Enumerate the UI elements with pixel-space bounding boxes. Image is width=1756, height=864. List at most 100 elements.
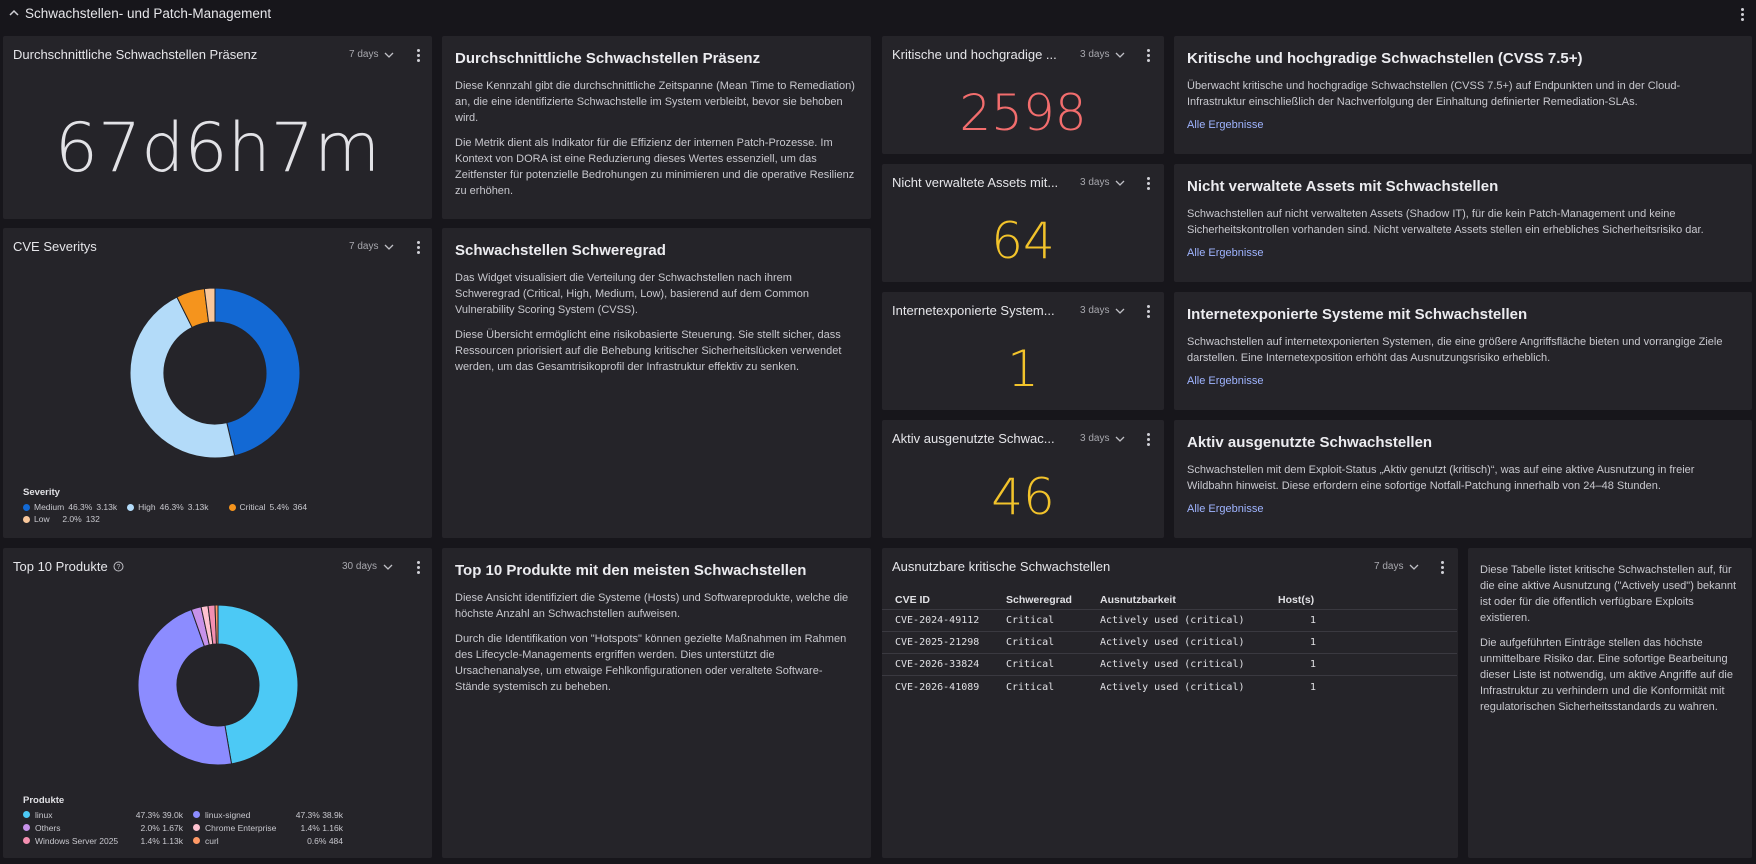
description-title: Kritische und hochgradige Schwachstellen…	[1187, 50, 1583, 67]
time-range-dropdown[interactable]: 3 days	[1080, 305, 1125, 316]
chevron-down-icon	[383, 564, 393, 570]
section-title: Schwachstellen- und Patch-Management	[25, 6, 272, 21]
panel-menu-icon[interactable]	[1436, 559, 1448, 575]
table-row[interactable]: CVE-2026-41089 Critical Actively used (cri…	[882, 676, 1457, 698]
legend-item-critical[interactable]: Critical 5.4% 364	[228, 502, 307, 512]
description-text: Das Widget visualisiert die Verteilung d…	[455, 272, 809, 316]
products-legend: Produkte linux 47.3% 39.0k linux-signed 47…	[23, 795, 353, 846]
kpi-panel-critical-high: Kritische und hochgradige ... 3 days 259…	[882, 36, 1164, 154]
all-results-link[interactable]: Alle Ergebnisse	[1187, 375, 1263, 387]
panel-title: Ausnutzbare kritische Schwachstellen	[892, 559, 1111, 574]
mttr-value: 67d6h7m	[54, 109, 381, 188]
products-description-panel: Top 10 Produkte mit den meisten Schwachs…	[442, 548, 871, 858]
section-menu-icon[interactable]	[1736, 6, 1748, 22]
column-header[interactable]: CVE ID	[882, 594, 1006, 606]
mttr-description-panel: Durchschnittliche Schwachstellen Präsenz…	[442, 36, 871, 219]
description-text: Schwachstellen mit dem Exploit-Status „A…	[1187, 464, 1695, 492]
description-title: Nicht verwaltete Assets mit Schwachstell…	[1187, 178, 1499, 195]
kpi-value: 46	[991, 468, 1055, 526]
time-range-dropdown[interactable]: 7 days	[349, 241, 394, 252]
panel-title: Nicht verwaltete Assets mit...	[892, 175, 1059, 190]
severity-chart-panel: CVE Severitys 7 days Severity Medium 46.…	[3, 228, 432, 538]
description-text: Diese Ansicht identifiziert die Systeme …	[455, 592, 849, 620]
legend-item-others[interactable]: Others 2.0% 1.67k	[23, 822, 193, 833]
section-header: Schwachstellen- und Patch-Management	[0, 0, 1756, 28]
table-row[interactable]: CVE-2025-21298 Critical Actively used (cri…	[882, 632, 1457, 654]
panel-title: Durchschnittliche Schwachstellen Präsenz	[13, 47, 258, 62]
legend-item-medium[interactable]: Medium 46.3% 3.13k	[23, 502, 117, 512]
kpi-description-actively-exploited: Aktiv ausgenutzte Schwachstellen Schwach…	[1174, 420, 1752, 538]
info-icon[interactable]: ?	[113, 561, 124, 572]
all-results-link[interactable]: Alle Ergebnisse	[1187, 503, 1263, 515]
description-title: Durchschnittliche Schwachstellen Präsenz	[455, 50, 761, 67]
panel-title: Kritische und hochgradige ...	[892, 47, 1057, 62]
legend-item-chrome-enterprise[interactable]: Chrome Enterprise 1.4% 1.16k	[193, 822, 353, 833]
chevron-down-icon	[1116, 180, 1125, 186]
description-text: Die Metrik dient als Indikator für die E…	[455, 137, 855, 197]
legend-title: Produkte	[23, 795, 65, 806]
svg-text:?: ?	[117, 564, 121, 571]
description-text: Schwachstellen auf nicht verwalteten Ass…	[1187, 208, 1704, 236]
kpi-value: 2598	[959, 84, 1087, 142]
time-range-dropdown[interactable]: 3 days	[1080, 177, 1125, 188]
panel-title: Top 10 Produkte ?	[13, 559, 124, 574]
legend-item-high[interactable]: High 46.3% 3.13k	[127, 502, 209, 512]
kpi-panel-internet-exposed: Internetexponierte System... 3 days 1	[882, 292, 1164, 410]
mttr-metric-panel: Durchschnittliche Schwachstellen Präsenz…	[3, 36, 432, 219]
all-results-link[interactable]: Alle Ergebnisse	[1187, 119, 1263, 131]
description-text: Diese Übersicht ermöglicht eine risikoba…	[455, 329, 842, 373]
all-results-link[interactable]: Alle Ergebnisse	[1187, 247, 1263, 259]
exploitable-table-panel: Ausnutzbare kritische Schwachstellen 7 d…	[882, 548, 1458, 858]
chevron-down-icon	[385, 52, 394, 58]
panel-menu-icon[interactable]	[1142, 303, 1154, 319]
description-text: Diese Kennzahl gibt die durchschnittlich…	[455, 80, 855, 124]
description-title: Aktiv ausgenutzte Schwachstellen	[1187, 434, 1433, 451]
panel-menu-icon[interactable]	[412, 47, 424, 63]
chevron-down-icon	[385, 244, 394, 250]
time-range-dropdown[interactable]: 7 days	[1374, 561, 1419, 572]
products-chart-panel: Top 10 Produkte ? 30 days Produkte linux…	[3, 548, 432, 858]
severity-description-panel: Schwachstellen Schweregrad Das Widget vi…	[442, 228, 871, 538]
panel-menu-icon[interactable]	[1142, 175, 1154, 191]
time-range-dropdown[interactable]: 30 days	[342, 561, 393, 572]
legend-title: Severity	[23, 487, 60, 498]
panel-title: Aktiv ausgenutzte Schwac...	[892, 431, 1055, 446]
column-header[interactable]: Ausnutzbarkeit	[1100, 594, 1278, 606]
description-text: Überwacht kritische und hochgradige Schw…	[1187, 80, 1681, 108]
chevron-up-icon[interactable]	[8, 7, 20, 19]
panel-menu-icon[interactable]	[1142, 47, 1154, 63]
products-donut-chart	[138, 605, 298, 765]
legend-item-linux-signed[interactable]: linux-signed 47.3% 38.9k	[193, 809, 353, 820]
chevron-down-icon	[1116, 52, 1125, 58]
description-title: Internetexponierte Systeme mit Schwachst…	[1187, 306, 1528, 323]
kpi-description-critical-high: Kritische und hochgradige Schwachstellen…	[1174, 36, 1752, 154]
legend-item-linux[interactable]: linux 47.3% 39.0k	[23, 809, 193, 820]
legend-item-curl[interactable]: curl 0.6% 484	[193, 835, 353, 846]
kpi-panel-unmanaged-assets: Nicht verwaltete Assets mit... 3 days 64	[882, 164, 1164, 282]
panel-menu-icon[interactable]	[412, 559, 424, 575]
kpi-description-internet-exposed: Internetexponierte Systeme mit Schwachst…	[1174, 292, 1752, 410]
description-title: Top 10 Produkte mit den meisten Schwachs…	[455, 562, 807, 579]
panel-menu-icon[interactable]	[412, 239, 424, 255]
panel-title: CVE Severitys	[13, 239, 97, 254]
table-row[interactable]: CVE-2024-49112 Critical Actively used (cri…	[882, 610, 1457, 632]
legend-item-low[interactable]: Low 2.0% 132	[23, 514, 100, 524]
panel-menu-icon[interactable]	[1142, 431, 1154, 447]
time-range-dropdown[interactable]: 3 days	[1080, 49, 1125, 60]
table-row[interactable]: CVE-2026-33824 Critical Actively used (cri…	[882, 654, 1457, 676]
time-range-dropdown[interactable]: 7 days	[349, 49, 394, 60]
kpi-value: 64	[991, 212, 1055, 270]
slice-linux[interactable]	[217, 605, 298, 765]
chevron-down-icon	[1410, 564, 1419, 570]
severity-donut-chart	[130, 288, 300, 458]
kpi-description-unmanaged-assets: Nicht verwaltete Assets mit Schwachstell…	[1174, 164, 1752, 282]
time-range-dropdown[interactable]: 3 days	[1080, 433, 1125, 444]
kpi-panel-actively-exploited: Aktiv ausgenutzte Schwac... 3 days 46	[882, 420, 1164, 538]
panel-title: Internetexponierte System...	[892, 303, 1055, 318]
column-header[interactable]: Schweregrad	[1006, 594, 1100, 606]
table-header: CVE ID Schweregrad Ausnutzbarkeit Host(s…	[882, 590, 1457, 610]
column-header[interactable]: Host(s)	[1278, 594, 1324, 606]
chevron-down-icon	[1116, 308, 1125, 314]
description-text: Die aufgeführten Einträge stellen das hö…	[1480, 637, 1733, 713]
legend-item-windows-server-2025[interactable]: Windows Server 2025 1.4% 1.13k	[23, 835, 193, 846]
